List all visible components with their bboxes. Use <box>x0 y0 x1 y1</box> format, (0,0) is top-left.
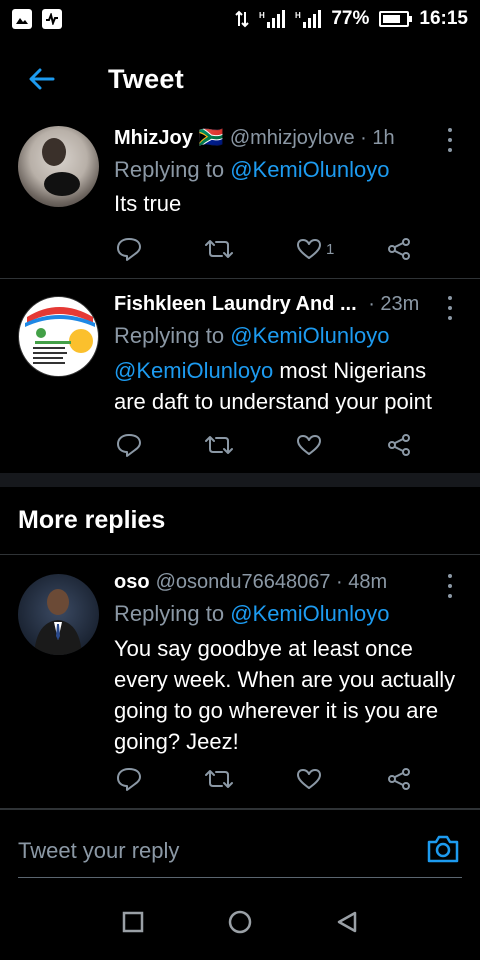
reply-input[interactable]: Tweet your reply <box>18 838 179 864</box>
reply-composer: Tweet your reply <box>0 810 480 888</box>
flag-emoji: 🇿🇦 <box>198 127 224 149</box>
activity-icon <box>42 9 62 29</box>
tweet-item[interactable]: Fishkleen Laundry And ... · 23m Replying… <box>0 280 480 472</box>
retweet-icon[interactable] <box>204 234 234 264</box>
image-icon <box>12 9 32 29</box>
avatar[interactable] <box>18 574 99 655</box>
tweet-item[interactable]: MhizJoy 🇿🇦 @mhizjoylove · 1h Replying to… <box>0 120 480 278</box>
mention-link[interactable]: @KemiOlunloyo <box>230 157 389 182</box>
avatar[interactable] <box>18 126 99 207</box>
share-icon[interactable] <box>386 234 412 264</box>
heart-icon[interactable] <box>296 430 322 460</box>
separator-dot: · <box>330 571 349 593</box>
back-nav-icon[interactable] <box>336 910 358 939</box>
like-button[interactable]: 1 <box>296 234 334 264</box>
reply-input-underline <box>18 877 462 878</box>
home-icon[interactable] <box>228 910 252 939</box>
reply-icon[interactable] <box>116 234 142 264</box>
recents-icon[interactable] <box>122 911 144 938</box>
section-separator <box>0 473 480 487</box>
like-count: 1 <box>326 240 335 258</box>
reply-icon[interactable] <box>116 430 142 460</box>
clock: 16:15 <box>419 8 468 29</box>
tweet-text: @KemiOlunloyo most Nigerians are daft to… <box>114 355 462 417</box>
share-icon[interactable] <box>386 764 412 794</box>
tweet-header: oso @osondu76648067 · 48m <box>114 568 462 596</box>
share-icon[interactable] <box>386 430 412 460</box>
heart-icon[interactable] <box>296 764 322 794</box>
handle: @osondu76648067 <box>155 571 331 593</box>
replying-to: Replying to @KemiOlunloyo <box>114 154 462 186</box>
retweet-icon[interactable] <box>204 764 234 794</box>
more-options-icon[interactable] <box>442 574 458 598</box>
handle: @mhizjoylove <box>229 127 355 149</box>
battery-icon <box>379 11 413 27</box>
replying-prefix: Replying to <box>114 157 231 182</box>
tweet-header: Fishkleen Laundry And ... · 23m <box>114 290 462 318</box>
replying-prefix: Replying to <box>114 323 231 348</box>
tweet-text: You say goodbye at least once every week… <box>114 636 456 754</box>
camera-icon[interactable] <box>426 834 460 864</box>
display-name[interactable]: MhizJoy <box>114 124 193 152</box>
mention-link[interactable]: @KemiOlunloyo <box>230 601 389 626</box>
tweet-item[interactable]: oso @osondu76648067 · 48m Replying to @K… <box>0 556 480 808</box>
timestamp: 1h <box>372 127 395 149</box>
retweet-icon[interactable] <box>204 430 234 460</box>
data-arrows-icon <box>235 10 250 28</box>
separator-dot: · <box>354 127 373 149</box>
signal-h-icon: H <box>259 10 286 28</box>
tweet-header: MhizJoy 🇿🇦 @mhizjoylove · 1h <box>114 124 462 152</box>
display-name[interactable]: oso <box>114 568 150 596</box>
avatar[interactable] <box>18 296 99 377</box>
timestamp: 48m <box>348 571 388 593</box>
separator-dot: · <box>362 293 381 315</box>
back-arrow-icon[interactable] <box>22 59 62 99</box>
status-bar: H H 77% 16:15 <box>0 0 480 38</box>
divider <box>0 278 480 279</box>
more-options-icon[interactable] <box>442 296 458 320</box>
divider <box>0 554 480 555</box>
mention-link[interactable]: @KemiOlunloyo <box>114 358 273 383</box>
replying-prefix: Replying to <box>114 601 231 626</box>
svg-text:H: H <box>295 11 301 20</box>
more-options-icon[interactable] <box>442 128 458 152</box>
heart-icon <box>297 239 321 259</box>
battery-percent: 77% <box>331 8 370 29</box>
system-nav-bar <box>0 888 480 960</box>
replying-to: Replying to @KemiOlunloyo <box>114 320 462 352</box>
page-title: Tweet <box>108 63 185 94</box>
tweet-text: Its true <box>114 191 182 216</box>
reply-icon[interactable] <box>116 764 142 794</box>
signal-icon: H <box>295 10 322 28</box>
svg-text:H: H <box>259 11 265 20</box>
mention-link[interactable]: @KemiOlunloyo <box>230 323 389 348</box>
display-name[interactable]: Fishkleen Laundry And ... <box>114 290 357 318</box>
section-title: More replies <box>18 506 166 534</box>
replying-to: Replying to @KemiOlunloyo <box>114 598 462 630</box>
timestamp: 23m <box>380 293 420 315</box>
top-bar: Tweet <box>0 38 480 120</box>
